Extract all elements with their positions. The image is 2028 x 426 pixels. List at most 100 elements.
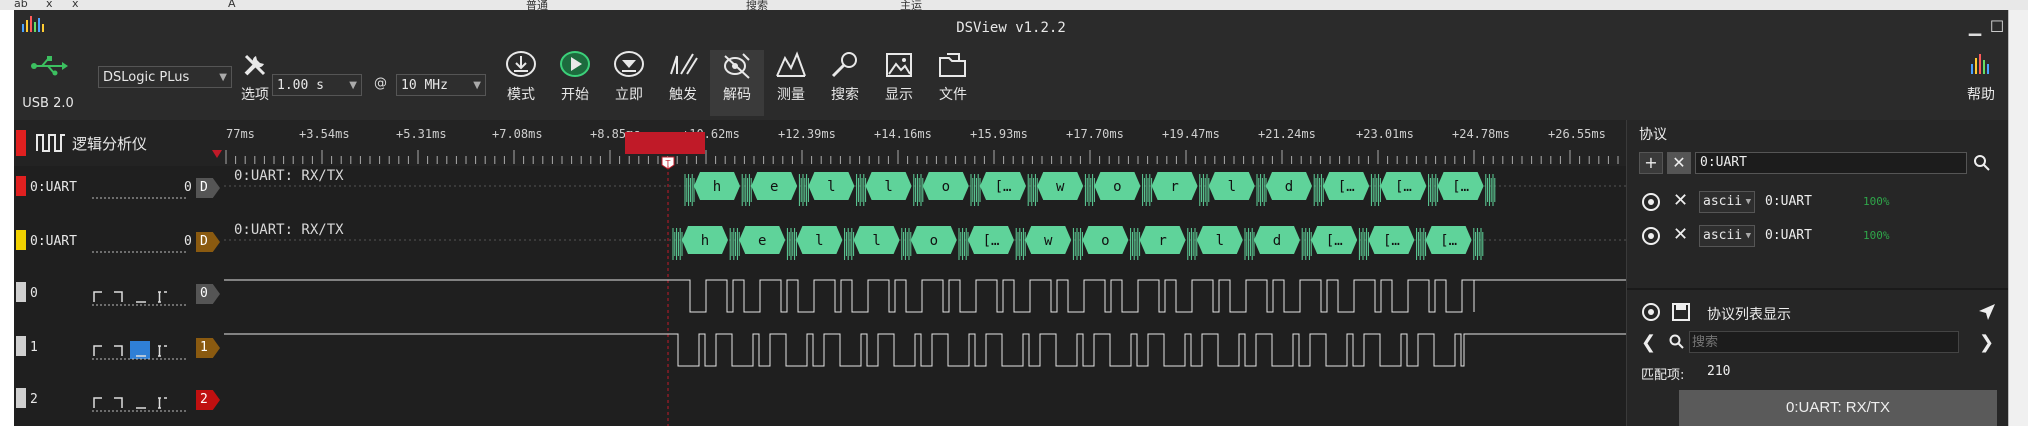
panel-divider [1627, 288, 2008, 290]
signal-row[interactable]: 0:UART 0 Dh e l l o [… w o r l d [… [… [… 0:UART: RX/TX [14, 220, 1626, 270]
logic-waveform[interactable] [14, 272, 1626, 322]
signal-row[interactable]: 0:UART 0 Dh e l l o [… w o r l d [… [… [… 0:UART: RX/TX [14, 166, 1626, 216]
device-select[interactable]: DSLogic PLus ▼ [98, 66, 232, 88]
prev-icon[interactable]: ❮ [1641, 332, 1656, 353]
delete-decoder-icon[interactable]: ✕ [1673, 190, 1688, 211]
decode-button[interactable]: 解码 [710, 50, 764, 116]
help-button[interactable]: 帮助 [1954, 50, 2008, 116]
search-button[interactable]: 搜索 [818, 50, 872, 116]
ruler-ticks [225, 150, 1619, 164]
settings-icon[interactable] [1641, 302, 1661, 322]
protocol-panel: 协议 + ✕ 0:UART ✕ ascii ▼ 0:UART 100% ✕ asc… [1626, 120, 2008, 426]
window-edge [2008, 10, 2028, 426]
play-icon [560, 51, 590, 77]
decode-label: 解码 [723, 87, 751, 103]
time-ruler[interactable]: 逻辑分析仪 77ms +3.54ms +5.31ms +7.08ms +8.85ms +1… [14, 120, 1626, 170]
trigger-marker[interactable] [625, 132, 705, 154]
search-input[interactable] [1689, 331, 1959, 353]
signal-row[interactable]: 00 [14, 272, 1626, 322]
decoded-byte-text: w [1056, 179, 1065, 195]
usb-device[interactable]: USB 2.0 [20, 48, 76, 114]
add-protocol-button[interactable]: + [1639, 152, 1663, 174]
next-icon[interactable]: ❯ [1979, 332, 1994, 353]
decoded-byte-text: [… [1326, 233, 1343, 249]
decoded-byte-text: l [827, 179, 835, 195]
strip-text: A [228, 0, 236, 10]
decoded-byte-text: h [713, 179, 721, 195]
title-bar: DSView v1.2.2 ▁ ☐ [14, 10, 2008, 46]
delete-decoder-icon[interactable]: ✕ [1673, 224, 1688, 245]
trigger-icon [670, 53, 698, 75]
instant-button[interactable]: 立即 [602, 50, 656, 116]
decoder-label: 0:UART: RX/TX [234, 222, 344, 238]
measure-icon [776, 51, 806, 77]
decoded-byte-text: [… [983, 233, 1000, 249]
display-label: 显示 [885, 87, 913, 103]
decoded-byte-text: d [1273, 233, 1281, 249]
duration-select[interactable]: 1.00 s ▼ [272, 74, 362, 96]
toolbar: USB 2.0 DSLogic PLus ▼ 选项 1.00 s ▼ @ 10 MH… [14, 46, 2008, 120]
search-icon[interactable] [1973, 154, 1991, 172]
mode-button[interactable]: 模式 [494, 50, 548, 116]
decoder-progress: 100% [1863, 229, 1890, 242]
strip-text: 搜索 [746, 0, 768, 10]
help-logo-icon [1971, 54, 1989, 74]
download-icon [506, 51, 536, 77]
trigger-label: 触发 [669, 87, 697, 103]
logic-waveform[interactable] [14, 326, 1626, 376]
tools-icon [244, 54, 266, 76]
protocol-select-value: 0:UART [1700, 155, 1747, 170]
decoded-byte-text: d [1285, 179, 1293, 195]
chevron-down-icon: ▼ [219, 72, 227, 83]
samplerate-select[interactable]: 10 MHz ▼ [396, 74, 486, 96]
decoded-byte-text: e [770, 179, 778, 195]
decoder-label: 0:UART: RX/TX [234, 168, 344, 184]
protocol-panel-title: 协议 [1639, 127, 1667, 143]
decoded-byte-text: l [884, 179, 892, 195]
save-icon[interactable] [1671, 302, 1691, 322]
format-value: ascii [1703, 228, 1743, 243]
logic-waveform[interactable] [14, 378, 1626, 426]
decoded-byte-text: o [1113, 179, 1121, 195]
decoded-byte-text: o [1101, 233, 1109, 249]
protocol-row: ✕ ascii ▼ 0:UART 100% [1627, 188, 2007, 216]
chevron-down-icon: ▼ [1745, 197, 1751, 207]
measure-button[interactable]: 测量 [764, 50, 818, 116]
instant-icon [614, 51, 644, 77]
decoded-byte-text: e [758, 233, 766, 249]
signal-row[interactable]: 11 [14, 326, 1626, 376]
trigger-button[interactable]: 触发 [656, 50, 710, 116]
remove-protocol-button[interactable]: ✕ [1667, 152, 1691, 174]
display-button[interactable]: 显示 [872, 50, 926, 116]
help-label: 帮助 [1967, 87, 1995, 103]
protocol-select[interactable]: 0:UART [1695, 152, 1967, 174]
format-select[interactable]: ascii ▼ [1699, 225, 1755, 247]
strip-text: x [46, 0, 53, 10]
decoded-byte-text: [… [1395, 179, 1412, 195]
signal-row[interactable]: 22 [14, 378, 1626, 426]
settings-icon[interactable] [1641, 226, 1661, 246]
device-value: DSLogic PLus [103, 70, 190, 85]
decoded-byte-text: o [942, 179, 950, 195]
maximize-button[interactable]: ☐ [1986, 16, 2008, 38]
decoded-byte-text: o [930, 233, 938, 249]
match-count: 210 [1707, 364, 1731, 379]
decoded-byte-text: [… [1452, 179, 1469, 195]
decoder-name: 0:UART [1765, 194, 1812, 209]
usb-label: USB 2.0 [22, 96, 74, 111]
waveform-area[interactable]: 逻辑分析仪 77ms +3.54ms +5.31ms +7.08ms +8.85ms +1… [14, 120, 1626, 426]
format-select[interactable]: ascii ▼ [1699, 191, 1755, 213]
file-button[interactable]: 文件 [926, 50, 980, 116]
start-button[interactable]: 开始 [548, 50, 602, 116]
decoded-byte-text: l [1228, 179, 1236, 195]
protocol-list-label: 协议列表显示 [1707, 307, 1791, 323]
decoder-name: 0:UART [1765, 228, 1812, 243]
minimize-button[interactable]: ▁ [1964, 16, 1986, 38]
protocol-list-header[interactable]: 0:UART: RX/TX [1679, 390, 1997, 426]
settings-icon[interactable] [1641, 192, 1661, 212]
decoded-byte-text: [… [1338, 179, 1355, 195]
decoded-byte-text: l [1216, 233, 1224, 249]
search-icon [1669, 334, 1684, 349]
navigate-icon[interactable] [1977, 302, 1997, 322]
match-label: 匹配项: [1641, 368, 1685, 383]
